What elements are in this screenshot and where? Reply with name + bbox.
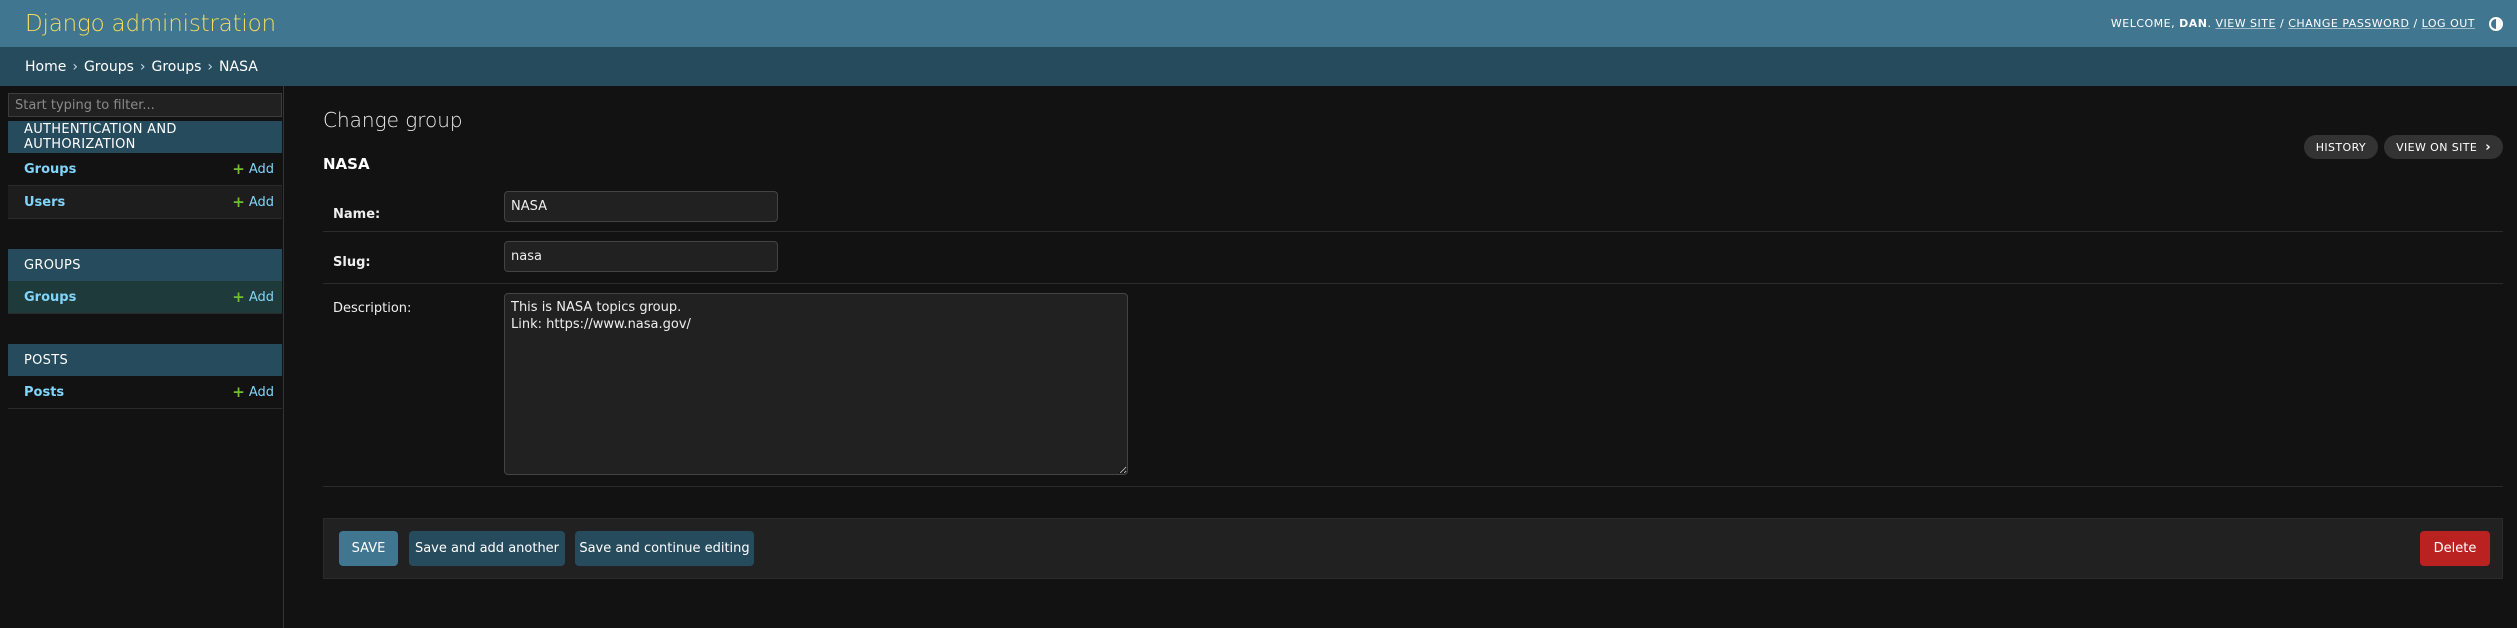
- submit-row: Save Save and add another Save and conti…: [323, 518, 2503, 579]
- sidebar-item-auth-users: Users + Add: [8, 186, 282, 219]
- nav-filter-input[interactable]: [8, 93, 282, 117]
- sidebar-item-groups-groups: Groups + Add: [8, 281, 282, 314]
- breadcrumb-current: NASA: [219, 58, 258, 75]
- user-tools: Welcome, Dan . View site / Change passwo…: [2110, 16, 2503, 31]
- breadcrumb-home[interactable]: Home: [25, 59, 66, 75]
- name-input[interactable]: [504, 191, 778, 222]
- view-on-site-button[interactable]: View on site ›: [2384, 135, 2503, 159]
- log-out-link[interactable]: Log out: [2422, 17, 2475, 30]
- sidebar-item-auth-groups: Groups + Add: [8, 153, 282, 186]
- slug-label: Slug:: [333, 255, 371, 270]
- slug-input[interactable]: [504, 241, 778, 272]
- save-and-add-another-button[interactable]: Save and add another: [409, 531, 565, 566]
- module-caption-auth[interactable]: Authentication and Authorization: [8, 121, 282, 153]
- module-caption-groups[interactable]: Groups: [8, 249, 282, 281]
- description-label: Description:: [333, 301, 412, 316]
- save-button[interactable]: Save: [339, 531, 398, 566]
- add-groups-link[interactable]: + Add: [232, 288, 274, 306]
- site-title[interactable]: Django administration: [25, 11, 276, 37]
- description-textarea[interactable]: This is NASA topics group. Link: https:/…: [504, 293, 1128, 475]
- plus-icon: +: [232, 383, 245, 401]
- save-and-continue-button[interactable]: Save and continue editing: [575, 531, 754, 566]
- view-site-link[interactable]: View site: [2215, 17, 2276, 30]
- object-tools: History View on site ›: [2303, 135, 2503, 159]
- change-password-link[interactable]: Change password: [2288, 17, 2409, 30]
- breadcrumb: Home › Groups › Groups › NASA: [0, 47, 2517, 86]
- form-row-slug: Slug:: [323, 232, 2503, 284]
- module-caption-posts[interactable]: Posts: [8, 344, 282, 376]
- header: Django administration Welcome, Dan . Vie…: [0, 0, 2517, 47]
- delete-button[interactable]: Delete: [2420, 531, 2490, 566]
- breadcrumb-model-groups[interactable]: Groups: [151, 59, 201, 75]
- model-link-users[interactable]: Users: [24, 195, 65, 210]
- separator: /: [2279, 17, 2285, 30]
- model-link-groups[interactable]: Groups: [24, 162, 76, 177]
- theme-toggle-icon[interactable]: [2489, 16, 2503, 31]
- object-name: NASA: [323, 155, 370, 173]
- nav-sidebar: Authentication and Authorization Groups …: [0, 86, 284, 628]
- plus-icon: +: [232, 160, 245, 178]
- plus-icon: +: [232, 288, 245, 306]
- separator: /: [2413, 17, 2418, 30]
- add-posts-link[interactable]: + Add: [232, 383, 274, 401]
- model-link-groups-current[interactable]: Groups: [24, 290, 76, 305]
- history-button[interactable]: History: [2303, 135, 2379, 159]
- add-groups-link[interactable]: + Add: [232, 160, 274, 178]
- model-link-posts[interactable]: Posts: [24, 385, 64, 400]
- welcome-text: Welcome,: [2110, 17, 2176, 30]
- username: Dan: [2179, 17, 2208, 30]
- breadcrumb-app-groups[interactable]: Groups: [84, 59, 134, 75]
- sidebar-item-posts: Posts + Add: [8, 376, 282, 409]
- main-content: Change group NASA History View on site ›…: [323, 86, 2503, 628]
- page-title: Change group: [323, 108, 463, 132]
- plus-icon: +: [232, 193, 245, 211]
- name-label: Name:: [333, 207, 381, 222]
- chevron-right-icon: ›: [2485, 139, 2491, 155]
- add-users-link[interactable]: + Add: [232, 193, 274, 211]
- form-row-name: Name:: [323, 186, 2503, 232]
- form-row-description: Description: This is NASA topics group. …: [323, 284, 2503, 487]
